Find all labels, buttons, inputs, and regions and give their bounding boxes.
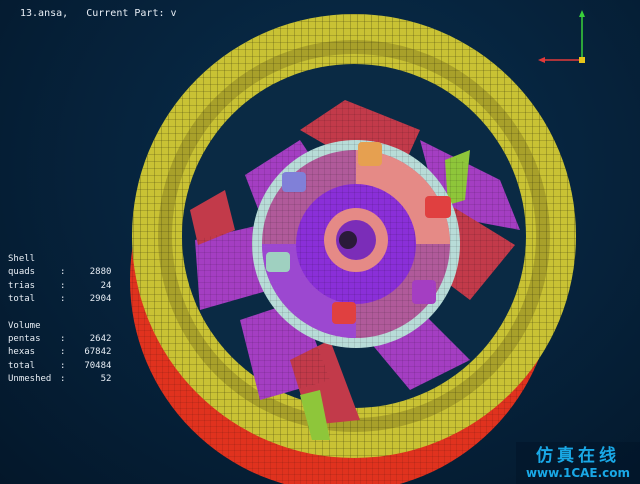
shell-heading: Shell <box>8 254 36 264</box>
mesh-statistics-panel: Shell quads:2880 trias:24 total:2904 Vol… <box>8 253 111 387</box>
coordinate-axis-triad <box>538 10 585 63</box>
graphics-viewport[interactable]: 13.ansa, Current Part: v Shell quads:288… <box>0 0 640 484</box>
stat-row-quads: quads:2880 <box>8 267 112 278</box>
watermark-brand-top: 仿真在线 <box>536 446 620 466</box>
site-watermark-logo: 仿真在线 www.1CAE.com <box>516 442 640 484</box>
stat-row-hexas: hexas:67842 <box>8 347 112 358</box>
volume-heading: Volume <box>8 320 41 331</box>
watermark-brand-bottom: www.1CAE.com <box>525 466 631 480</box>
stat-row-volume-total: total:70484 <box>8 360 112 371</box>
stat-row-shell-total: total:2904 <box>8 294 112 305</box>
stat-row-pentas: pentas:2642 <box>8 334 112 345</box>
stat-row-unmeshed: Unmeshed:52 <box>8 374 112 385</box>
stat-row-trias: trias:24 <box>8 280 112 291</box>
window-title: 13.ansa, Current Part: v <box>20 8 177 19</box>
